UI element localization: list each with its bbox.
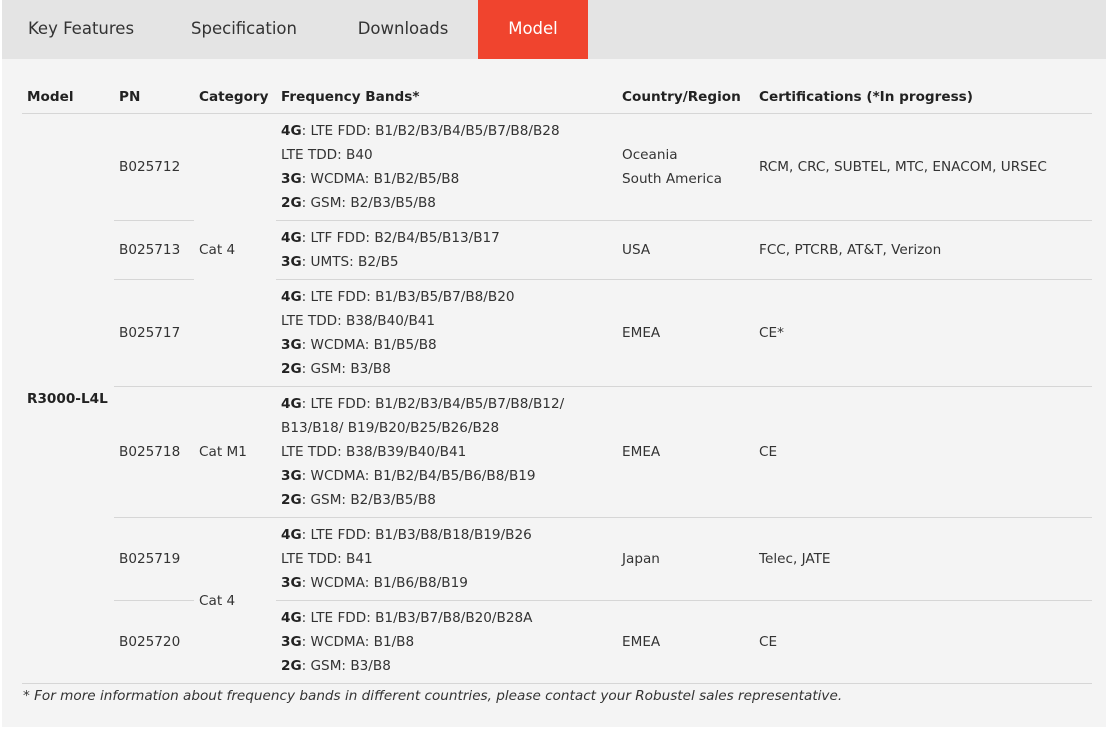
band-line: 3G: WCDMA: B1/B6/B8/B19 — [281, 575, 468, 591]
band-line: 2G: GSM: B3/B8 — [281, 361, 391, 377]
band-line: 3G: WCDMA: B1/B5/B8 — [281, 337, 437, 353]
band-line: 4G: LTE FDD: B1/B2/B3/B4/B5/B7/B8/B12/ — [281, 396, 565, 412]
certifications-cell: RCM, CRC, SUBTEL, MTC, ENACOM, URSEC — [759, 159, 1047, 175]
region-cell: USA — [622, 242, 651, 258]
row-divider — [276, 600, 1092, 601]
category-cell: Cat 4 — [199, 593, 236, 609]
row-divider — [114, 517, 1092, 518]
pn-cell: B025720 — [119, 634, 181, 650]
category-cell: Cat 4 — [199, 242, 236, 258]
category-cell: Cat M1 — [199, 444, 247, 460]
row-divider — [276, 220, 1092, 221]
region-cell: Japan — [622, 551, 660, 567]
frequency-bands-cell: 4G: LTE FDD: B1/B2/B3/B4/B5/B7/B8/B12/ B… — [281, 392, 564, 512]
header-certifications: Certifications (*In progress) — [759, 89, 973, 105]
table-bottom-divider — [22, 683, 1092, 684]
band-line: LTE TDD: B41 — [281, 551, 373, 567]
frequency-bands-cell: 4G: LTE FDD: B1/B3/B5/B7/B8/B20 LTE TDD:… — [281, 285, 515, 381]
model-name: R3000-L4L — [27, 391, 108, 407]
certifications-cell: CE — [759, 444, 778, 460]
row-divider — [114, 386, 1092, 387]
pn-cell: B025719 — [119, 551, 181, 567]
header-pn: PN — [119, 89, 141, 105]
region-cell: EMEA — [622, 325, 661, 341]
band-line: LTE TDD: B38/B40/B41 — [281, 313, 436, 329]
frequency-bands-cell: 4G: LTE FDD: B1/B3/B8/B18/B19/B26 LTE TD… — [281, 523, 532, 595]
tab-bar: Key Features Specification Downloads Mod… — [2, 0, 1106, 59]
band-line: 4G: LTE FDD: B1/B3/B7/B8/B20/B28A — [281, 610, 533, 626]
frequency-bands-cell: 4G: LTE FDD: B1/B2/B3/B4/B5/B7/B8/B28 LT… — [281, 119, 560, 215]
band-line: 3G: UMTS: B2/B5 — [281, 254, 399, 270]
band-line: 2G: GSM: B3/B8 — [281, 658, 391, 674]
row-divider — [114, 220, 194, 221]
pn-cell: B025712 — [119, 159, 181, 175]
row-divider — [114, 279, 194, 280]
header-category: Category — [199, 89, 269, 105]
certifications-cell: FCC, PTCRB, AT&T, Verizon — [759, 242, 942, 258]
region-cell: Oceania South America — [622, 143, 722, 191]
frequency-bands-cell: 4G: LTF FDD: B2/B4/B5/B13/B17 3G: UMTS: … — [281, 226, 500, 274]
frequency-bands-cell: 4G: LTE FDD: B1/B3/B7/B8/B20/B28A 3G: WC… — [281, 606, 532, 678]
row-divider — [276, 279, 1092, 280]
band-line: 4G: LTE FDD: B1/B3/B5/B7/B8/B20 — [281, 289, 515, 305]
pn-cell: B025718 — [119, 444, 181, 460]
tab-specification[interactable]: Specification — [160, 0, 328, 59]
band-line: 3G: WCDMA: B1/B2/B5/B8 — [281, 171, 460, 187]
band-line: LTE TDD: B40 — [281, 147, 373, 163]
tab-downloads[interactable]: Downloads — [328, 0, 478, 59]
band-line: B13/B18/ B19/B20/B25/B26/B28 — [281, 420, 500, 436]
header-divider — [22, 113, 1092, 114]
band-line: 2G: GSM: B2/B3/B5/B8 — [281, 492, 436, 508]
row-divider — [114, 600, 194, 601]
region-line: South America — [622, 171, 722, 187]
certifications-cell: CE — [759, 634, 778, 650]
model-panel: Key Features Specification Downloads Mod… — [2, 0, 1106, 727]
certifications-cell: CE* — [759, 325, 784, 341]
tab-key-features[interactable]: Key Features — [2, 0, 160, 59]
pn-cell: B025713 — [119, 242, 181, 258]
band-line: 3G: WCDMA: B1/B8 — [281, 634, 415, 650]
band-line: 4G: LTE FDD: B1/B3/B8/B18/B19/B26 — [281, 527, 532, 543]
band-line: 4G: LTE FDD: B1/B2/B3/B4/B5/B7/B8/B28 — [281, 123, 560, 139]
footnote: * For more information about frequency b… — [23, 688, 843, 704]
band-line: LTE TDD: B38/B39/B40/B41 — [281, 444, 467, 460]
tab-model[interactable]: Model — [478, 0, 588, 59]
band-line: 2G: GSM: B2/B3/B5/B8 — [281, 195, 436, 211]
pn-cell: B025717 — [119, 325, 181, 341]
certifications-cell: Telec, JATE — [759, 551, 831, 567]
header-country-region: Country/Region — [622, 89, 741, 105]
band-line: 4G: LTF FDD: B2/B4/B5/B13/B17 — [281, 230, 500, 246]
region-line: Oceania — [622, 147, 678, 163]
region-cell: EMEA — [622, 634, 661, 650]
band-line: 3G: WCDMA: B1/B2/B4/B5/B6/B8/B19 — [281, 468, 536, 484]
header-model: Model — [27, 89, 74, 105]
region-cell: EMEA — [622, 444, 661, 460]
header-frequency-bands: Frequency Bands* — [281, 89, 420, 105]
